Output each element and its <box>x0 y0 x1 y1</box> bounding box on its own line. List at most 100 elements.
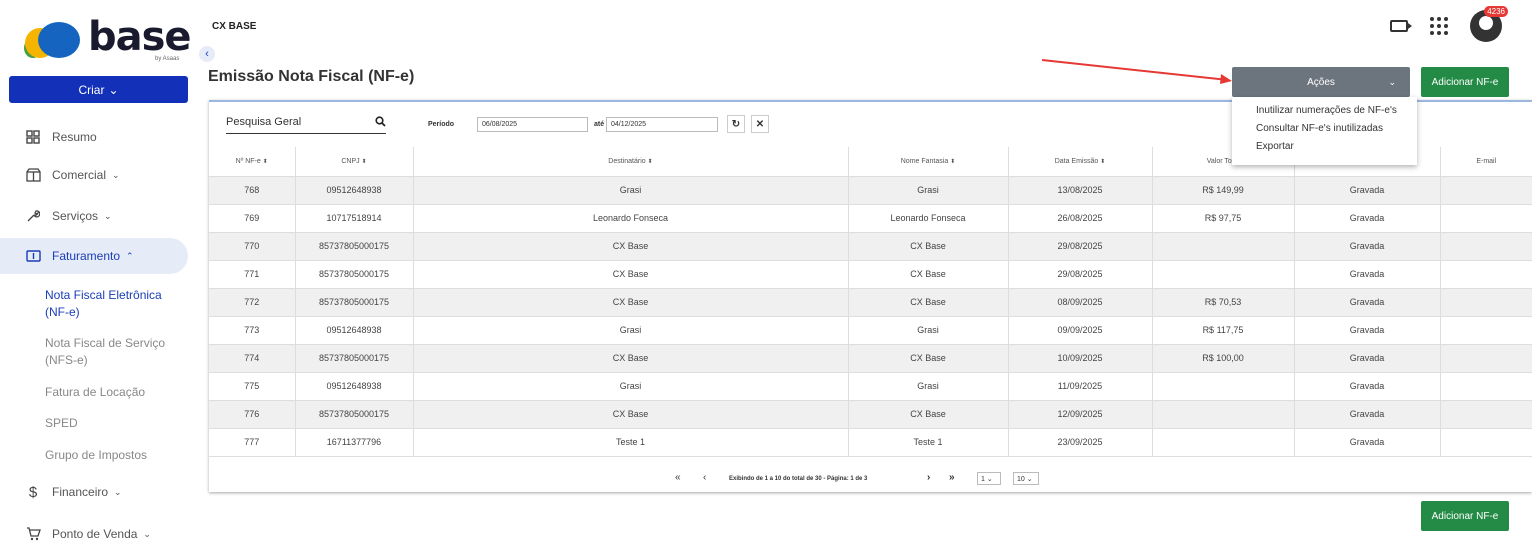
cell-data-emissao: 29/08/2025 <box>1008 232 1153 261</box>
cell-valor-total <box>1152 260 1295 289</box>
cell-status: Gravada <box>1294 372 1441 401</box>
create-label: Criar <box>78 82 105 97</box>
sidebar-item-faturamento[interactable]: Faturamento ⌃ <box>0 238 188 274</box>
table-row[interactable]: 771 85737805000175 CX Base CX Base 29/08/202… <box>209 260 1532 289</box>
menu-item-inutilizar[interactable]: Inutilizar numerações de NF-e's <box>1232 103 1417 121</box>
sidebar-subitem-sped[interactable]: SPED <box>45 415 185 432</box>
cell-valor-total <box>1152 428 1295 457</box>
table-row[interactable]: 770 85737805000175 CX Base CX Base 29/08/202… <box>209 232 1532 261</box>
col-header-cnpj[interactable]: CNPJ ⬍ <box>295 147 414 177</box>
chevron-down-icon: ⌄ <box>104 210 112 221</box>
prev-page-icon[interactable]: ‹ <box>703 472 706 483</box>
search-icon[interactable] <box>375 116 386 130</box>
col-header-destinatario[interactable]: Destinatário ⬍ <box>413 147 849 177</box>
avatar[interactable]: 4236 <box>1470 6 1508 42</box>
cell-email <box>1440 344 1532 373</box>
video-icon[interactable] <box>1390 20 1412 32</box>
menu-item-exportar[interactable]: Exportar <box>1232 139 1417 157</box>
table-row[interactable]: 769 10717518914 Leonardo Fonseca Leonardo F… <box>209 204 1532 233</box>
refresh-icon[interactable]: ↻ <box>727 115 745 133</box>
clear-icon[interactable]: ✕ <box>751 115 769 133</box>
date-from-field[interactable]: 06/08/2025 <box>477 117 588 132</box>
next-page-icon[interactable]: › <box>927 472 930 483</box>
cell-status: Gravada <box>1294 204 1441 233</box>
cell-status: Gravada <box>1294 260 1441 289</box>
collapse-sidebar-button[interactable]: ‹ <box>199 46 215 62</box>
cell-valor-total: R$ 97,75 <box>1152 204 1295 233</box>
table-row[interactable]: 768 09512648938 Grasi Grasi 13/08/2025 R$ 149… <box>209 176 1532 205</box>
cell-valor-total: R$ 100,00 <box>1152 344 1295 373</box>
cell-valor-total: R$ 149,99 <box>1152 176 1295 205</box>
sidebar-item-ponto-venda[interactable]: Ponto de Venda ⌄ <box>9 516 188 552</box>
cell-status: Gravada <box>1294 316 1441 345</box>
chevron-up-icon: ⌃ <box>126 250 134 261</box>
table-row[interactable]: 776 85737805000175 CX Base CX Base 12/09/202… <box>209 400 1532 429</box>
actions-button[interactable]: Ações ⌄ <box>1232 67 1410 97</box>
cell-destinatario: CX Base <box>413 288 849 317</box>
sidebar-item-comercial[interactable]: Comercial ⌄ <box>9 157 188 193</box>
cell-destinatario: Grasi <box>413 176 849 205</box>
date-to-field[interactable]: 04/12/2025 <box>606 117 718 132</box>
cell-numero: 768 <box>209 176 296 205</box>
sidebar-item-label: Comercial <box>52 168 107 182</box>
cell-numero: 777 <box>209 428 296 457</box>
sidebar-subitem-fatura-locacao[interactable]: Fatura de Locação <box>45 384 185 401</box>
search-input[interactable]: Pesquisa Geral <box>226 116 386 134</box>
pagination: « ‹ Exibindo de 1 a 10 do total de 30 - … <box>209 467 1532 489</box>
sidebar-item-financeiro[interactable]: $ Financeiro ⌄ <box>9 474 188 510</box>
cell-nome-fantasia: Grasi <box>848 316 1009 345</box>
table-row[interactable]: 777 16711377796 Teste 1 Teste 1 23/09/2025 Gr… <box>209 428 1532 457</box>
cell-data-emissao: 13/08/2025 <box>1008 176 1153 205</box>
cell-data-emissao: 09/09/2025 <box>1008 316 1153 345</box>
sidebar-item-resumo[interactable]: Resumo <box>9 119 188 155</box>
sidebar-item-servicos[interactable]: Serviços ⌄ <box>9 198 188 234</box>
sidebar-subitem-nfe[interactable]: Nota Fiscal Eletrônica (NF-e) <box>45 287 185 321</box>
sidebar-subitem-nfse[interactable]: Nota Fiscal de Serviço (NFS-e) <box>45 335 185 369</box>
cell-data-emissao: 10/09/2025 <box>1008 344 1153 373</box>
page-select[interactable]: 1 ⌄ <box>977 472 1001 485</box>
create-button[interactable]: Criar ⌄ <box>9 76 188 103</box>
cell-data-emissao: 23/09/2025 <box>1008 428 1153 457</box>
table-row[interactable]: 774 85737805000175 CX Base CX Base 10/09/202… <box>209 344 1532 373</box>
sidebar-subitem-grupo-impostos[interactable]: Grupo de Impostos <box>45 447 185 464</box>
add-nfe-button-bottom[interactable]: Adicionar NF-e <box>1421 501 1509 531</box>
cell-valor-total <box>1152 232 1295 261</box>
cell-data-emissao: 11/09/2025 <box>1008 372 1153 401</box>
cell-nome-fantasia: CX Base <box>848 288 1009 317</box>
cell-email <box>1440 176 1532 205</box>
col-header-email[interactable]: E-mail <box>1440 147 1532 177</box>
menu-item-consultar[interactable]: Consultar NF-e's inutilizadas <box>1232 121 1417 139</box>
cell-numero: 776 <box>209 400 296 429</box>
cell-cnpj: 09512648938 <box>295 176 414 205</box>
add-nfe-button[interactable]: Adicionar NF-e <box>1421 67 1509 97</box>
last-page-icon[interactable]: » <box>949 472 955 483</box>
table-row[interactable]: 773 09512648938 Grasi Grasi 09/09/2025 R$ 117… <box>209 316 1532 345</box>
cell-numero: 771 <box>209 260 296 289</box>
chevron-down-icon: ⌄ <box>108 82 119 97</box>
col-header-data-emissao[interactable]: Data Emissão ⬍ <box>1008 147 1153 177</box>
col-header-nome-fantasia[interactable]: Nome Fantasia ⬍ <box>848 147 1009 177</box>
table-row[interactable]: 775 09512648938 Grasi Grasi 11/09/2025 Gravad… <box>209 372 1532 401</box>
header-icons: 4236 <box>1390 6 1508 42</box>
cell-numero: 775 <box>209 372 296 401</box>
table-body: 768 09512648938 Grasi Grasi 13/08/2025 R$ 149… <box>209 176 1532 457</box>
logo: base by Asaas <box>20 12 192 66</box>
cell-valor-total <box>1152 372 1295 401</box>
sort-icon: ⬍ <box>950 158 956 165</box>
period-label: Período <box>428 121 455 128</box>
cell-numero: 770 <box>209 232 296 261</box>
pagination-info: Exibindo de 1 a 10 do total de 30 - Pági… <box>729 476 868 482</box>
sidebar-item-label: Serviços <box>52 209 99 223</box>
search-label: Pesquisa Geral <box>226 116 302 128</box>
sidebar-item-label: Ponto de Venda <box>52 527 138 541</box>
first-page-icon[interactable]: « <box>675 472 681 483</box>
actions-label: Ações <box>1307 76 1335 88</box>
cell-destinatario: Grasi <box>413 372 849 401</box>
until-label: até <box>594 121 605 128</box>
col-header-numero[interactable]: Nº NF-e ⬍ <box>209 147 296 177</box>
cell-destinatario: Leonardo Fonseca <box>413 204 849 233</box>
apps-grid-icon[interactable] <box>1430 17 1448 35</box>
cell-nome-fantasia: CX Base <box>848 260 1009 289</box>
table-row[interactable]: 772 85737805000175 CX Base CX Base 08/09/202… <box>209 288 1532 317</box>
per-page-select[interactable]: 10 ⌄ <box>1013 472 1039 485</box>
